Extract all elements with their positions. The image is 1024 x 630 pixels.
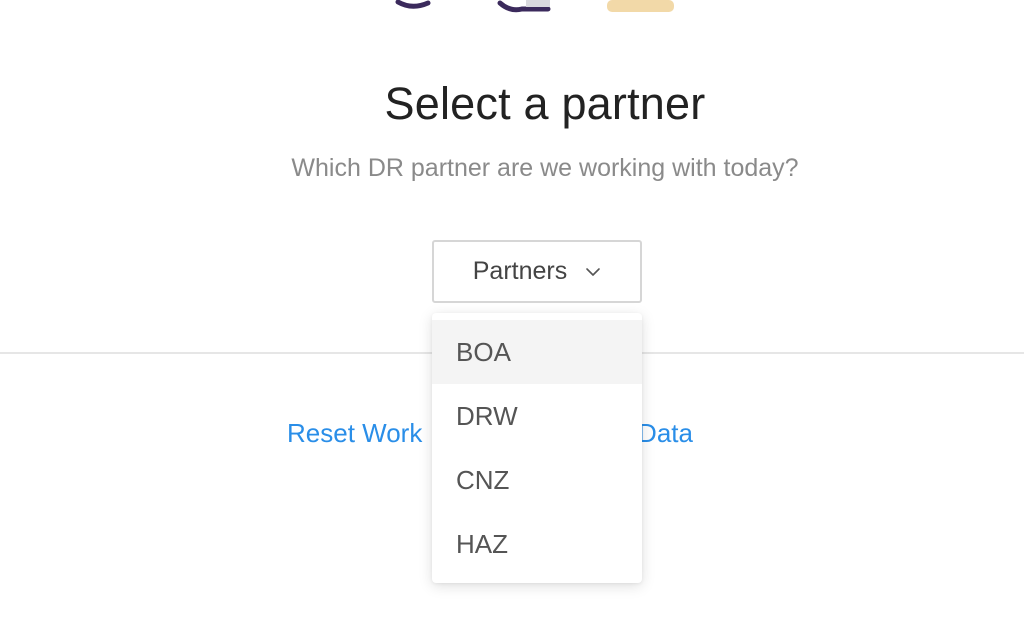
menu-item-drw[interactable]: DRW xyxy=(432,384,642,448)
header-illustration xyxy=(395,0,674,13)
menu-item-cnz[interactable]: CNZ xyxy=(432,448,642,512)
menu-item-boa[interactable]: BOA xyxy=(432,320,642,384)
partners-dropdown-menu: BOA DRW CNZ HAZ xyxy=(432,313,642,583)
page-title: Select a partner xyxy=(384,78,706,129)
chevron-down-icon xyxy=(586,267,601,276)
partners-dropdown-button[interactable]: Partners xyxy=(432,240,642,303)
page-subtitle: Which DR partner are we working with tod… xyxy=(291,154,799,182)
partners-dropdown-label: Partners xyxy=(472,257,568,285)
menu-item-haz[interactable]: HAZ xyxy=(432,512,642,576)
partner-select-page: Select a partner Which DR partner are we… xyxy=(0,0,1024,630)
reset-work-link[interactable]: Reset Work xyxy=(287,418,422,449)
